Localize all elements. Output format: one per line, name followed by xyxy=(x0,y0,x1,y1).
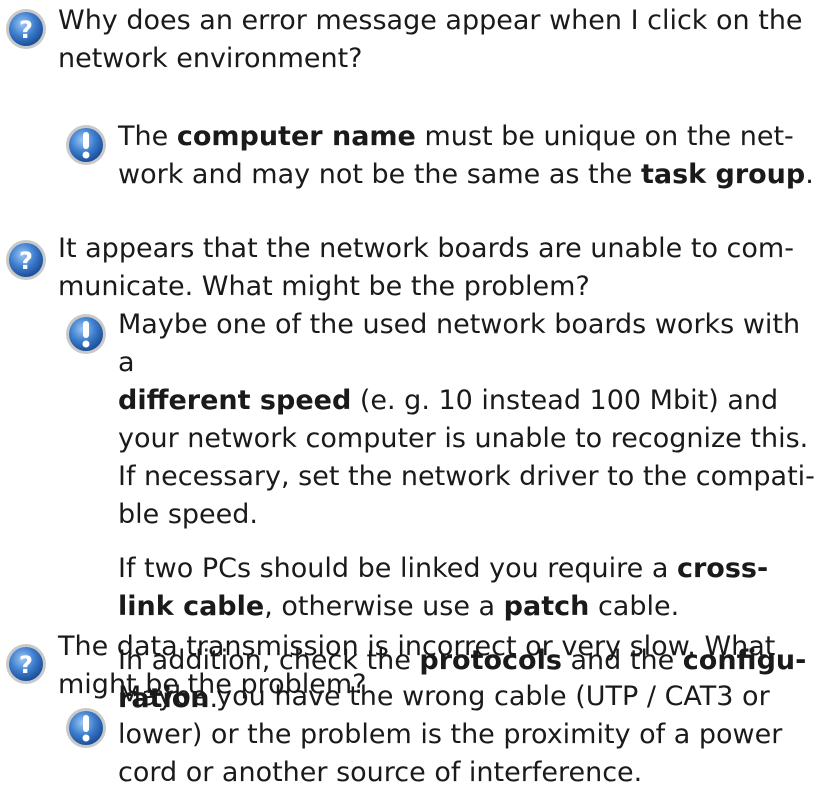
question-text: It appears that the network boards are u… xyxy=(58,233,794,302)
answer-paragraph: The computer name must be unique on the … xyxy=(118,121,814,190)
svg-text:?: ? xyxy=(19,247,33,275)
answer-paragraph: If two PCs should be linked you require … xyxy=(118,553,769,622)
answer-text: The computer name must be unique on the … xyxy=(118,118,823,194)
question-text: Why does an error message appear when I … xyxy=(58,5,803,74)
exclamation-info-icon xyxy=(66,314,106,354)
answer-paragraph: Maybe you have the wrong cable (UTP / CA… xyxy=(118,681,783,788)
question-icon: ? xyxy=(6,644,46,684)
svg-text:?: ? xyxy=(19,651,33,679)
answer-paragraph: Maybe one of the used network boards wor… xyxy=(118,309,815,530)
exclamation-info-icon xyxy=(66,708,106,748)
svg-text:?: ? xyxy=(19,16,33,44)
exclamation-info-icon xyxy=(66,125,106,165)
question-icon: ? xyxy=(6,240,46,280)
question-icon: ? xyxy=(6,9,46,49)
answer-text: Maybe you have the wrong cable (UTP / CA… xyxy=(118,678,823,792)
